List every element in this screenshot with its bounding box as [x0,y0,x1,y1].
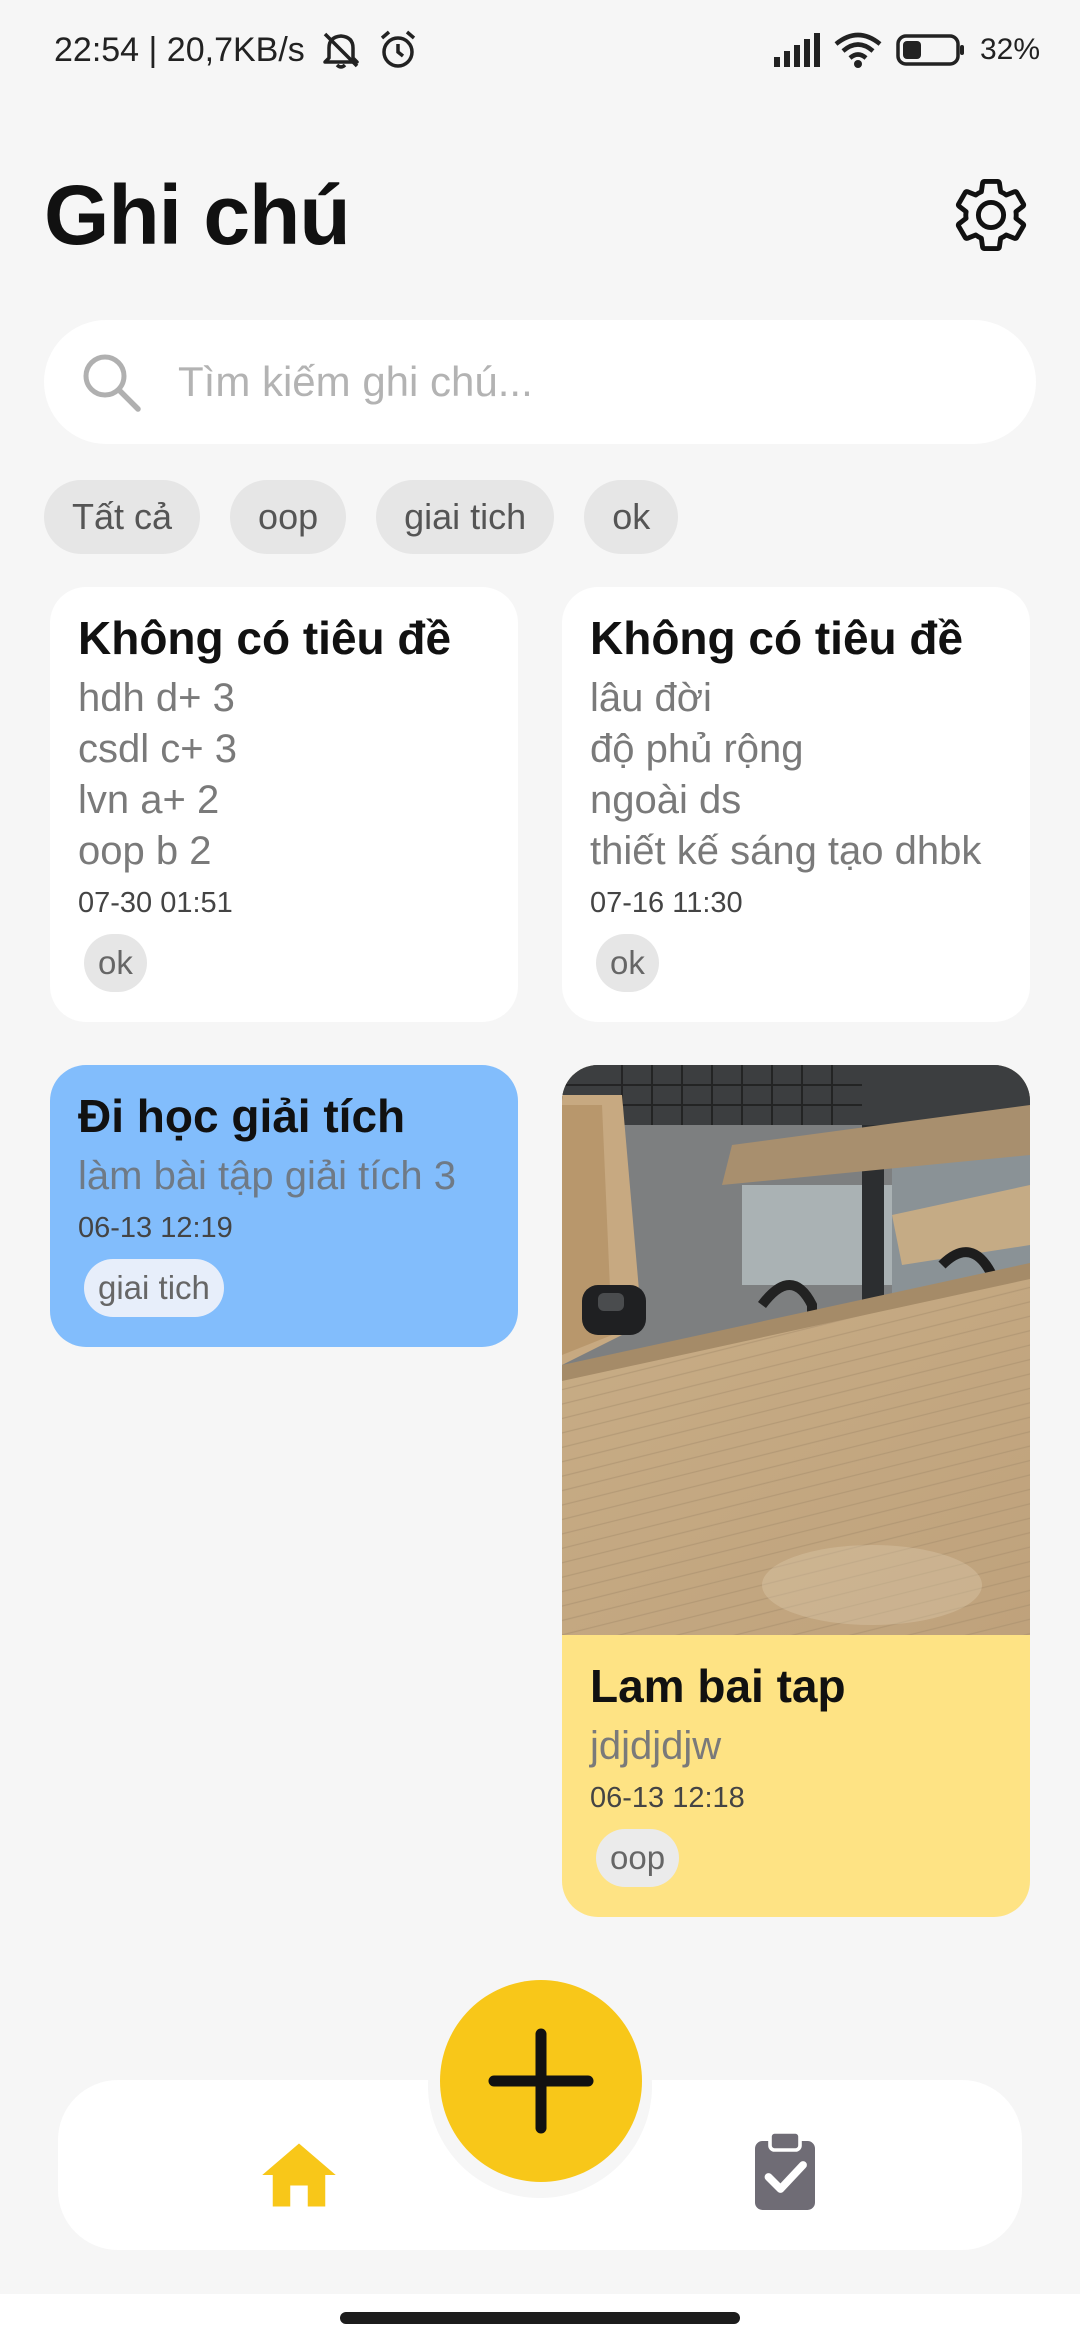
note-line: thiết kế sáng tạo dhbk [590,829,982,873]
note-title: Không có tiêu đề [590,612,964,664]
alarm-icon [377,29,419,71]
gear-icon [955,178,1027,252]
wifi-icon [834,32,882,68]
note-line: độ phủ rộng [590,727,804,771]
add-note-button[interactable] [440,1980,642,2182]
note-title: Không có tiêu đề [78,612,452,664]
filter-chip-oop[interactable]: oop [230,480,347,554]
home-icon [262,2143,336,2207]
filter-chip-giai-tich[interactable]: giai tich [376,480,555,554]
note-date: 07-16 11:30 [590,887,743,919]
filter-chips: Tất cả oop giai tich ok [44,480,679,554]
note-card[interactable]: Lam bai tap jdjdjdjw 06-13 12:18 oop [562,1065,1030,1917]
battery-icon [896,33,966,67]
note-card[interactable]: Không có tiêu đề lâu đời độ phủ rộng ngo… [562,587,1030,1022]
note-card[interactable]: Không có tiêu đề hdh d+ 3 csdl c+ 3 lvn … [50,587,518,1022]
note-date: 06-13 12:18 [590,1782,745,1814]
note-line: csdl c+ 3 [78,727,237,771]
search-bar[interactable] [44,320,1036,444]
note-line: jdjdjdjw [590,1724,722,1768]
search-icon [83,354,141,412]
battery-percent: 32% [979,33,1040,66]
note-tag: giai tich [84,1259,224,1317]
filter-chip-all[interactable]: Tất cả [44,480,201,554]
mute-icon [319,30,363,70]
clipboard-check-icon [755,2130,815,2210]
note-line: lvn a+ 2 [78,778,220,822]
note-date: 06-13 12:19 [78,1212,233,1244]
search-input[interactable] [176,357,1002,407]
note-tag: oop [596,1829,680,1887]
header: Ghi chú [44,160,1036,270]
note-line: oop b 2 [78,829,212,873]
status-time: 22:54 | 20,7KB/s [54,30,305,69]
note-date: 07-30 01:51 [78,887,233,919]
signal-icon [772,33,820,67]
note-image [562,1065,1030,1635]
gesture-bar[interactable] [340,2312,740,2324]
note-line: hdh d+ 3 [78,676,235,720]
note-tag: ok [596,934,659,992]
filter-chip-ok[interactable]: ok [584,480,679,554]
note-line: lâu đời [590,676,712,720]
note-line: làm bài tập giải tích 3 [78,1154,456,1198]
settings-button[interactable] [946,170,1036,260]
plus-icon [488,2028,594,2134]
note-title: Lam bai tap [590,1660,846,1712]
note-title: Đi học giải tích [78,1090,406,1142]
note-line: ngoài ds [590,778,742,822]
status-bar: 22:54 | 20,7KB/s 32% [0,0,1080,100]
page-title: Ghi chú [44,167,351,262]
nav-tasks-button[interactable] [740,2126,830,2216]
note-card[interactable]: Đi học giải tích làm bài tập giải tích 3… [50,1065,518,1347]
nav-home-button[interactable] [254,2130,344,2220]
note-tag: ok [84,934,147,992]
